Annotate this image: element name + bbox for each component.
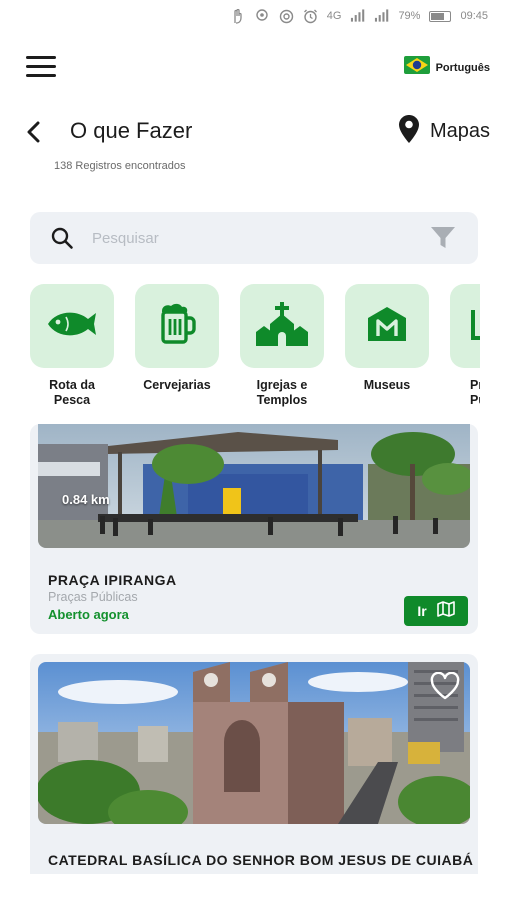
battery-percent: 79% xyxy=(398,10,421,22)
park-icon xyxy=(470,306,480,347)
category-label: Igrejas e Templos xyxy=(256,378,308,407)
title-bar: O que Fazer Mapas xyxy=(0,112,506,152)
maps-label: Mapas xyxy=(429,120,490,142)
category-tile xyxy=(345,284,429,368)
place-card[interactable]: 0.84 km PRAÇA IPIRANGA Praças Públicas A… xyxy=(30,424,478,634)
clock: 09:45 xyxy=(460,10,488,22)
open-status: Aberto agora xyxy=(48,607,129,622)
alarm-icon xyxy=(303,9,318,24)
results-count: 138 Registros encontrados xyxy=(54,160,186,172)
distance-badge: 0.84 km xyxy=(62,492,110,507)
map-icon xyxy=(436,600,455,622)
category-label: Rota da Pesca xyxy=(49,378,95,407)
back-arrow-icon[interactable] xyxy=(22,118,46,146)
brazil-flag-icon xyxy=(403,56,430,79)
place-category: Praças Públicas xyxy=(48,590,138,604)
place-name: PRAÇA IPIRANGA xyxy=(48,572,177,588)
go-button[interactable]: Ir xyxy=(404,596,468,626)
language-label: Português xyxy=(435,61,490,74)
signal-icon xyxy=(350,9,365,24)
menu-icon[interactable] xyxy=(26,56,56,78)
category-igrejas-e-templos[interactable]: Igrejas e Templos xyxy=(240,284,324,408)
place-name: CATEDRAL BASÍLICA DO SENHOR BOM JESUS DE… xyxy=(48,852,474,868)
category-tile xyxy=(135,284,219,368)
category-label: Museus xyxy=(363,378,411,392)
category-tile xyxy=(240,284,324,368)
category-rota-da-pesca[interactable]: Rota da Pesca xyxy=(30,284,114,408)
maps-button[interactable]: Mapas xyxy=(398,114,490,149)
settings-status-icon xyxy=(279,9,294,24)
page-title: O que Fazer xyxy=(70,118,193,143)
hand-icon xyxy=(231,8,246,24)
place-photo xyxy=(38,424,470,548)
church-icon xyxy=(254,301,310,351)
filter-icon[interactable] xyxy=(430,226,456,250)
place-card[interactable]: CATEDRAL BASÍLICA DO SENHOR BOM JESUS DE… xyxy=(30,654,478,874)
search-bar xyxy=(30,212,478,264)
fish-icon xyxy=(46,309,98,344)
location-status-icon xyxy=(255,8,270,24)
category-carousel[interactable]: Rota da Pesca Cervejarias Igrejas e Templo… xyxy=(0,284,480,414)
category-tile xyxy=(450,284,480,368)
category-label: PrPú xyxy=(470,378,480,407)
signal-icon-2 xyxy=(374,9,389,24)
category-museus[interactable]: Museus xyxy=(345,284,429,393)
category-tile xyxy=(30,284,114,368)
language-selector[interactable]: Português xyxy=(403,56,490,79)
category-cervejarias[interactable]: Cervejarias xyxy=(135,284,219,393)
place-photo xyxy=(38,662,470,824)
favorite-heart-icon[interactable] xyxy=(430,671,460,700)
search-icon xyxy=(50,226,74,250)
search-input[interactable] xyxy=(92,229,392,247)
network-type: 4G xyxy=(326,10,342,22)
museum-icon xyxy=(367,306,407,347)
battery-icon xyxy=(429,10,452,22)
category-label: Cervejarias xyxy=(143,378,211,392)
category-pracas-publicas[interactable]: PrPú xyxy=(450,284,480,408)
beer-mug-icon xyxy=(158,303,196,350)
top-bar: Português xyxy=(0,48,506,84)
map-pin-icon xyxy=(398,114,420,149)
go-label: Ir xyxy=(417,603,427,619)
status-bar: 4G 79% 09:45 xyxy=(0,0,506,32)
